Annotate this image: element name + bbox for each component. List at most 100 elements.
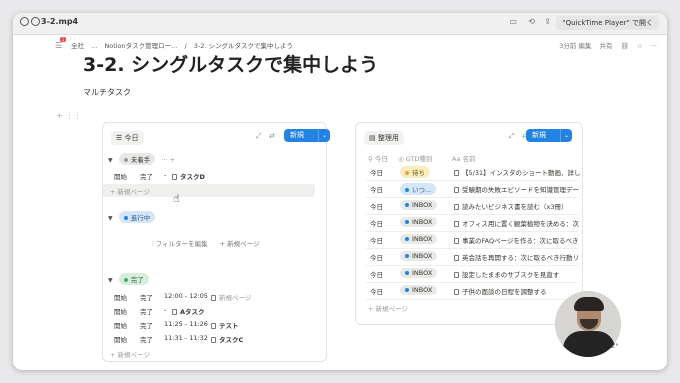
hand-cursor-icon: ☝ bbox=[173, 192, 180, 205]
breadcrumb-item-workspace[interactable]: 全社 bbox=[71, 42, 84, 50]
video-title: 3-2.mp4 bbox=[41, 17, 79, 26]
status-dot-icon bbox=[405, 171, 409, 175]
collapse-triangle-icon[interactable]: ▼ bbox=[108, 215, 113, 222]
start-button[interactable]: 開始 bbox=[114, 171, 127, 181]
column-header-name[interactable]: Aa 名前 bbox=[452, 153, 476, 163]
today-cell[interactable]: 今日 bbox=[370, 235, 383, 245]
left-view-tab[interactable]: ☰ 今日 bbox=[111, 131, 144, 145]
new-button-label: 新規 bbox=[290, 131, 304, 139]
today-cell[interactable]: 今日 bbox=[370, 252, 383, 262]
start-button[interactable]: 開始 bbox=[114, 334, 127, 344]
task-name[interactable]: 英会話を再開する：次に取るべき行動リ bbox=[462, 254, 579, 262]
task-name[interactable]: オフィス用に置く観葉植物を決める：次 bbox=[462, 220, 579, 228]
menu-icon[interactable]: ☰ bbox=[55, 41, 62, 50]
expand-icon[interactable]: ⤢ bbox=[256, 132, 262, 141]
group-actions[interactable]: ··· + bbox=[161, 156, 175, 164]
edit-filter-button[interactable]: ⫶ フィルターを編集 bbox=[152, 238, 208, 249]
time-range: - bbox=[164, 306, 167, 314]
today-cell[interactable]: 今日 bbox=[370, 218, 383, 228]
gtd-badge[interactable]: いつ... bbox=[400, 183, 437, 195]
chevron-down-icon[interactable]: ⌄ bbox=[318, 129, 330, 142]
new-button-label: 新規 bbox=[532, 131, 546, 139]
start-button[interactable]: 開始 bbox=[114, 292, 127, 302]
complete-button[interactable]: 完了 bbox=[140, 171, 153, 181]
page-icon bbox=[454, 170, 459, 176]
task-name[interactable]: 事業のFAQページを作る：次に取るべき bbox=[462, 237, 578, 245]
more-icon[interactable]: ··· bbox=[651, 42, 657, 50]
block-handle-icon[interactable]: + ⋮⋮ bbox=[56, 111, 81, 120]
close-window-icon[interactable] bbox=[20, 17, 29, 26]
group-done[interactable]: ▼ 完了 bbox=[108, 273, 149, 285]
gtd-badge[interactable]: INBOX bbox=[400, 234, 438, 244]
start-button[interactable]: 開始 bbox=[114, 306, 127, 316]
add-new-page-label: 新規ページ bbox=[117, 351, 150, 359]
right-view-tab[interactable]: ▤ 整理用 bbox=[364, 131, 404, 145]
gtd-badge[interactable]: INBOX bbox=[400, 268, 438, 278]
breadcrumb-item-ellipsis[interactable]: ... bbox=[91, 42, 97, 50]
today-cell[interactable]: 今日 bbox=[370, 184, 383, 194]
task-name[interactable]: 受験期の失敗エピソードを知識管理デー bbox=[462, 186, 579, 194]
complete-button[interactable]: 完了 bbox=[140, 320, 153, 330]
share-button[interactable]: 共有 bbox=[599, 42, 612, 50]
gtd-label: INBOX bbox=[412, 235, 433, 243]
group-todo[interactable]: ▼ 未着手 ··· + bbox=[108, 153, 175, 165]
gtd-badge[interactable]: INBOX bbox=[400, 285, 438, 295]
add-new-page-right[interactable]: + 新規ページ bbox=[368, 303, 408, 313]
collapse-triangle-icon[interactable]: ▼ bbox=[108, 157, 113, 164]
gtd-label: INBOX bbox=[412, 269, 433, 277]
task-title[interactable]: テスト bbox=[219, 322, 239, 330]
gtd-badge[interactable]: 待ち bbox=[400, 166, 430, 178]
sort-icon[interactable]: ⇄ bbox=[269, 132, 275, 140]
breadcrumb-item-parent[interactable]: Notionタスク管理ロー... bbox=[104, 42, 177, 50]
chevron-down-icon[interactable]: ⌄ bbox=[560, 129, 572, 142]
new-button[interactable]: 新規 ⌄ bbox=[526, 129, 572, 142]
gtd-badge[interactable]: INBOX bbox=[400, 251, 438, 261]
time-range: 11:31 - 11:32 bbox=[164, 334, 208, 342]
task-name[interactable]: 【5/31】インスタのショート動画、詳し bbox=[462, 169, 580, 177]
status-dot-icon bbox=[405, 203, 409, 207]
row-divider bbox=[366, 248, 578, 249]
page-title[interactable]: 3-2. シングルタスクで集中しよう bbox=[83, 50, 378, 77]
task-name[interactable]: 設定したままのサブスクを見直す bbox=[462, 271, 559, 279]
page-subtext[interactable]: マルチタスク bbox=[83, 87, 131, 98]
task-name[interactable]: 子供の面談の日程を調整する bbox=[462, 288, 547, 296]
rotate-icon[interactable]: ⟲ bbox=[528, 17, 535, 26]
gtd-badge[interactable]: INBOX bbox=[400, 200, 438, 210]
breadcrumb-item-current[interactable]: 3-2. シングルタスクで集中しよう bbox=[194, 42, 293, 50]
add-new-page[interactable]: + 新規ページ bbox=[110, 186, 150, 196]
today-cell[interactable]: 今日 bbox=[370, 269, 383, 279]
gtd-label: 待ち bbox=[412, 169, 425, 177]
task-title[interactable]: Aタスク bbox=[180, 308, 205, 316]
group-doing[interactable]: ▼ 進行中 bbox=[108, 211, 156, 223]
complete-button[interactable]: 完了 bbox=[140, 334, 153, 344]
task-title[interactable]: タスクC bbox=[219, 336, 243, 344]
column-header-gtd[interactable]: ◎ GTD種別 bbox=[398, 153, 433, 163]
minimize-window-icon[interactable] bbox=[31, 17, 40, 26]
time-range: 12:00 - 12:05 bbox=[164, 292, 208, 300]
star-icon[interactable]: ☆ bbox=[637, 42, 643, 50]
airplay-icon[interactable]: ▭ bbox=[509, 17, 517, 26]
task-name[interactable]: 読みたいビジネス書を読む（x3冊） bbox=[462, 203, 567, 211]
gtd-badge[interactable]: INBOX bbox=[400, 217, 438, 227]
start-button[interactable]: 開始 bbox=[114, 320, 127, 330]
new-page-button[interactable]: + 新規ページ bbox=[220, 238, 260, 248]
collapse-triangle-icon[interactable]: ▼ bbox=[108, 277, 113, 284]
complete-button[interactable]: 完了 bbox=[140, 306, 153, 316]
add-new-page-done[interactable]: + 新規ページ bbox=[110, 349, 150, 359]
today-cell[interactable]: 今日 bbox=[370, 201, 383, 211]
view-tab-label: 今日 bbox=[124, 134, 139, 142]
open-in-quicktime-button[interactable]: "QuickTime Player" で開く bbox=[556, 16, 659, 30]
link-icon[interactable]: ⛓ bbox=[621, 42, 629, 50]
complete-button[interactable]: 完了 bbox=[140, 292, 153, 302]
row-divider bbox=[366, 197, 578, 198]
today-cell[interactable]: 今日 bbox=[370, 286, 383, 296]
page-icon bbox=[454, 187, 459, 193]
today-cell[interactable]: 今日 bbox=[370, 167, 383, 177]
share-icon[interactable]: ⇪ bbox=[544, 17, 551, 26]
task-title[interactable]: タスクD bbox=[180, 173, 205, 181]
column-header-today[interactable]: ⚲ 今日 bbox=[368, 153, 388, 163]
task-title[interactable]: 新規ページ bbox=[219, 294, 251, 302]
new-button[interactable]: 新規 ⌄ bbox=[284, 129, 330, 142]
logo-icon: ℤ° bbox=[611, 343, 619, 350]
expand-icon[interactable]: ⤢ bbox=[509, 132, 515, 141]
